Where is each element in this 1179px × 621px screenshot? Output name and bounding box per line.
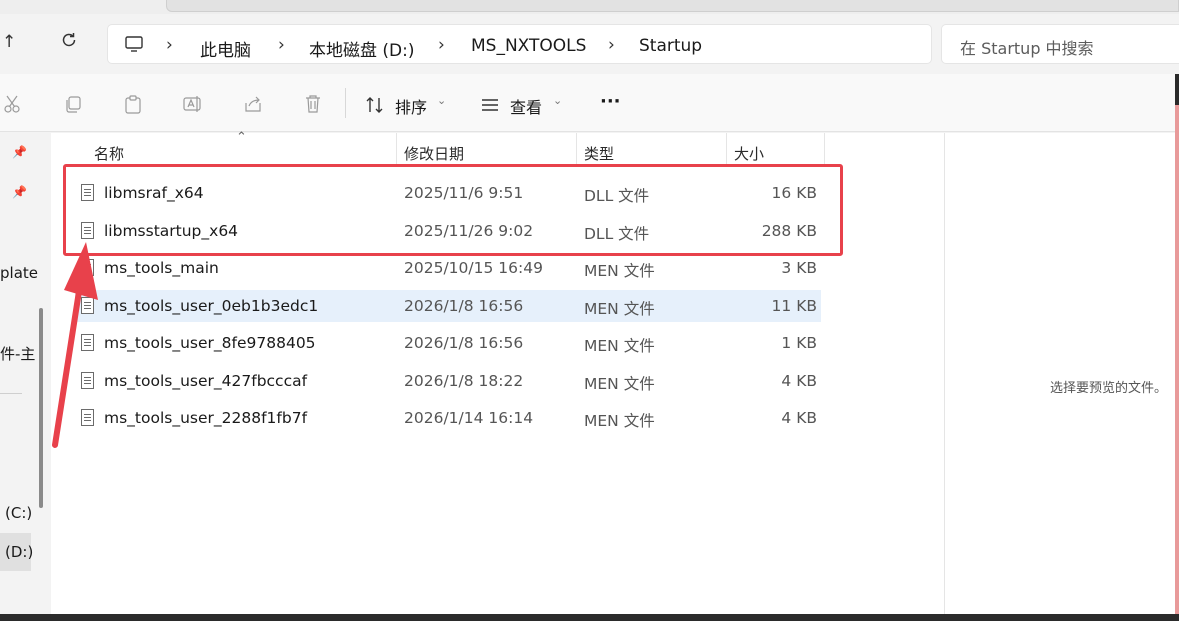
view-icon[interactable]: [480, 97, 502, 119]
column-separator[interactable]: [824, 133, 825, 167]
file-type: MEN 文件: [584, 262, 655, 280]
sort-icon[interactable]: [365, 95, 387, 117]
tab-strip: [166, 0, 1179, 12]
breadcrumb-drive-d[interactable]: 本地磁盘 (D:): [309, 36, 415, 61]
column-header-name[interactable]: 名称: [94, 143, 124, 164]
more-options-button[interactable]: ···: [600, 91, 621, 112]
file-size: 11 KB: [771, 297, 817, 315]
navigation-pane: 📌 📌 plate 件-主 (C:) (D:): [0, 133, 51, 621]
file-name: ms_tools_main: [104, 259, 219, 277]
chevron-down-icon[interactable]: ⌄: [437, 94, 446, 107]
preview-pane: 选择要预览的文件。: [944, 133, 1175, 621]
toolbar-divider: [345, 88, 346, 118]
file-date: 2026/1/8 18:22: [404, 372, 524, 390]
cut-icon[interactable]: [2, 93, 24, 115]
copy-icon[interactable]: [62, 93, 84, 115]
file-row[interactable]: ms_tools_user_8fe9788405 2026/1/8 16:56 …: [75, 327, 821, 359]
sort-button[interactable]: 排序: [395, 94, 427, 118]
sidebar-item-folder[interactable]: 件-主: [0, 343, 35, 364]
refresh-icon[interactable]: [60, 31, 78, 54]
search-input[interactable]: 在 Startup 中搜索: [960, 35, 1094, 59]
file-type: MEN 文件: [584, 337, 655, 355]
address-row: ↑ › 此电脑 › 本地磁盘 (D:) › MS_NXTOOLS › Start…: [0, 14, 1179, 74]
column-separator[interactable]: [576, 133, 577, 167]
file-row[interactable]: ms_tools_user_427fbcccaf 2026/1/8 18:22 …: [75, 365, 821, 397]
delete-icon[interactable]: [302, 93, 324, 115]
pin-icon[interactable]: 📌: [12, 185, 27, 199]
file-row-hovered[interactable]: ms_tools_user_0eb1b3edc1 2026/1/8 16:56 …: [75, 290, 821, 322]
arrow-up-icon[interactable]: ↑: [2, 32, 16, 52]
file-size: 1 KB: [781, 334, 817, 352]
breadcrumb-this-pc[interactable]: 此电脑: [200, 36, 251, 61]
sidebar-scrollbar[interactable]: [39, 308, 43, 508]
view-button[interactable]: 查看: [510, 94, 542, 118]
search-box[interactable]: 在 Startup 中搜索: [941, 24, 1179, 64]
chevron-right-icon[interactable]: ›: [278, 35, 285, 55]
window-edge: [1175, 74, 1179, 105]
file-name: ms_tools_user_8fe9788405: [104, 334, 316, 352]
file-name: ms_tools_user_427fbcccaf: [104, 372, 308, 390]
chevron-right-icon[interactable]: ›: [608, 35, 615, 55]
file-size: 3 KB: [781, 259, 817, 277]
file-name: ms_tools_user_2288f1fb7f: [104, 409, 308, 427]
sidebar-divider: [0, 393, 22, 394]
paste-icon[interactable]: [122, 93, 144, 115]
sidebar-item-template[interactable]: plate: [0, 264, 38, 282]
file-row[interactable]: ms_tools_main 2025/10/15 16:49 MEN 文件 3 …: [75, 252, 821, 284]
file-type: MEN 文件: [584, 412, 655, 430]
column-header-size[interactable]: 大小: [734, 143, 764, 164]
column-separator[interactable]: [396, 133, 397, 167]
file-type: MEN 文件: [584, 375, 655, 393]
file-size: 4 KB: [781, 372, 817, 390]
column-separator[interactable]: [726, 133, 727, 167]
breadcrumb-ms-nxtools[interactable]: MS_NXTOOLS: [471, 36, 586, 56]
column-header-type[interactable]: 类型: [584, 143, 614, 164]
share-icon[interactable]: [242, 93, 264, 115]
file-date: 2026/1/14 16:14: [404, 409, 534, 427]
chevron-right-icon[interactable]: ›: [438, 35, 445, 55]
file-row[interactable]: ms_tools_user_2288f1fb7f 2026/1/14 16:14…: [75, 402, 821, 434]
window-edge: [1175, 105, 1179, 615]
taskbar-edge: [0, 614, 1179, 621]
address-bar[interactable]: › 此电脑 › 本地磁盘 (D:) › MS_NXTOOLS › Startup: [107, 24, 932, 64]
file-size: 4 KB: [781, 409, 817, 427]
rename-icon[interactable]: [182, 93, 204, 115]
monitor-icon[interactable]: [124, 34, 144, 59]
window-top-strip: [0, 0, 1179, 14]
chevron-right-icon[interactable]: ›: [166, 35, 173, 55]
chevron-down-icon[interactable]: ⌄: [553, 94, 562, 107]
sort-ascending-icon: ⌃: [236, 130, 247, 145]
file-date: 2026/1/8 16:56: [404, 297, 524, 315]
column-header-date[interactable]: 修改日期: [404, 143, 464, 164]
sidebar-item-drive-d[interactable]: (D:): [5, 543, 33, 561]
file-name: ms_tools_user_0eb1b3edc1: [104, 297, 319, 315]
preview-placeholder-text: 选择要预览的文件。: [1050, 381, 1168, 396]
command-toolbar: 排序 ⌄ 查看 ⌄ ···: [0, 74, 1179, 132]
annotation-arrow-icon: [52, 242, 98, 448]
sidebar-item-drive-c[interactable]: (C:): [5, 504, 32, 522]
annotation-highlight-box: [63, 164, 843, 256]
breadcrumb-startup[interactable]: Startup: [639, 36, 702, 56]
file-type: MEN 文件: [584, 300, 655, 318]
file-date: 2026/1/8 16:56: [404, 334, 524, 352]
file-date: 2025/10/15 16:49: [404, 259, 543, 277]
pin-icon[interactable]: 📌: [12, 145, 27, 159]
